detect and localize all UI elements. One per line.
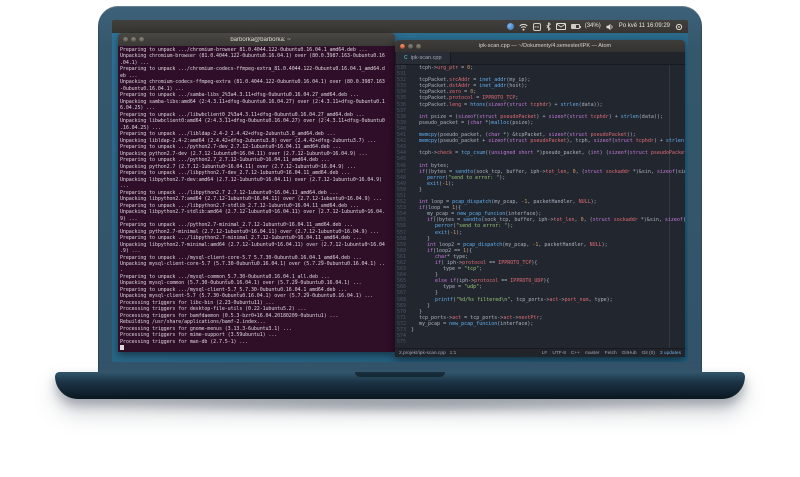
code-lines: 530 tcph->urg_ptr = 0; 531 532 tcpPacket.src… <box>395 65 685 348</box>
status-fetch-button[interactable]: Fetch <box>605 351 617 356</box>
cpp-file-icon: C <box>404 55 408 61</box>
desktop-screen: en (34%) Po kvě 11 16:09:29 barborka@bar… <box>112 20 688 362</box>
terminal-line: Preparing to unpack .../libpython2.7-min… <box>120 235 362 242</box>
status-git-changes[interactable]: Git (0) <box>642 351 655 356</box>
status-cursor-position[interactable]: 1:1 <box>450 351 457 356</box>
close-button[interactable] <box>400 43 405 49</box>
laptop-base <box>55 372 745 399</box>
terminal-cursor <box>120 345 124 351</box>
bluetooth-icon[interactable] <box>546 22 551 31</box>
status-line-ending[interactable]: LF <box>542 351 548 356</box>
tab-label: ipk-scan.cpp <box>410 55 442 61</box>
system-tray: en (34%) Po kvě 11 16:09:29 <box>506 20 683 33</box>
app-indicator-icon[interactable] <box>506 23 514 30</box>
terminal-titlebar[interactable]: barborka@barborka: ~ <box>118 33 395 46</box>
laptop-shadow <box>90 398 710 414</box>
atom-window: ipk-scan.cpp — ~/Dokumenty/4.semester/IP… <box>395 40 685 357</box>
status-github-button[interactable]: GitHub <box>622 351 637 356</box>
session-gear-icon[interactable] <box>675 23 683 31</box>
battery-percentage: (34%) <box>584 23 601 29</box>
atom-window-title: ipk-scan.cpp — ~/Dokumenty/4.semester/IP… <box>478 43 612 49</box>
terminal-line: Unpacking libwbclient0:amd64 (2:4.3.11+d… <box>120 118 385 125</box>
top-menubar: en (34%) Po kvě 11 16:09:29 <box>112 20 688 33</box>
atom-window-buttons <box>400 43 421 49</box>
terminal-window-buttons <box>123 37 144 42</box>
terminal-window: barborka@barborka: ~ Preparing to unpack… <box>118 33 395 352</box>
code-editor[interactable]: 530 tcph->urg_ptr = 0; 531 532 tcpPacket.src… <box>395 65 685 348</box>
volume-icon[interactable] <box>606 23 614 31</box>
keyboard-layout-indicator[interactable]: en <box>532 22 541 31</box>
status-encoding[interactable]: UTF-8 <box>552 351 566 356</box>
atom-titlebar[interactable]: ipk-scan.cpp — ~/Dokumenty/4.semester/IP… <box>395 40 685 52</box>
battery-icon[interactable] <box>570 24 581 29</box>
terminal-line: Unpacking chromium-codecs-ffmpeg-extra (… <box>120 79 385 86</box>
terminal-line: Unpacking mysql-common (5.7.30-0ubuntu0.… <box>120 280 362 287</box>
tab-ipk-scan-cpp[interactable]: C ipk-scan.cpp <box>395 52 451 64</box>
code-line: 575 <box>395 339 685 345</box>
terminal-line: Unpacking libpython2.7-minimal:amd64 (2.… <box>120 241 385 248</box>
minimize-button[interactable] <box>408 43 413 49</box>
minimize-button[interactable] <box>131 37 136 42</box>
terminal-line: Preparing to unpack .../chromium-codecs-… <box>120 66 385 73</box>
terminal-line: Unpacking libpython2.7-stdlib:amd64 (2.7… <box>120 209 385 216</box>
terminal-line: Unpacking chromium-browser (81.0.4044.12… <box>120 53 385 60</box>
terminal-line: Unpacking libpython2.7:amd64 (2.7.12-1ub… <box>120 196 382 203</box>
clock[interactable]: Po kvě 11 16:09:29 <box>619 20 670 33</box>
status-file-path[interactable]: 2.projekt/ipk-scan.cpp <box>399 351 446 356</box>
mail-icon[interactable] <box>555 23 566 30</box>
atom-statusbar: 2.projekt/ipk-scan.cpp 1:1 LF UTF-8 C++ … <box>395 348 685 357</box>
wrap-guide <box>669 65 670 348</box>
laptop-mockup: en (34%) Po kvě 11 16:09:29 barborka@bar… <box>0 0 800 477</box>
status-grammar[interactable]: C++ <box>571 351 580 356</box>
terminal-line: Unpacking mysql-client-5.7 (5.7.30-0ubun… <box>120 293 374 300</box>
terminal-line: Unpacking samba-libs:amd64 (2:4.3.11+dfs… <box>120 98 385 105</box>
wifi-icon[interactable] <box>519 23 528 31</box>
status-updates-badge[interactable]: 3 updates <box>660 351 681 356</box>
line-number: 575 <box>396 339 406 346</box>
status-git-branch[interactable]: master <box>585 351 600 356</box>
terminal-output[interactable]: Preparing to unpack .../chromium-browser… <box>118 46 395 352</box>
close-button[interactable] <box>123 37 128 42</box>
atom-tab-bar: C ipk-scan.cpp <box>395 52 685 65</box>
terminal-line: Unpacking mysql-client-core-5.7 (5.7.30-… <box>120 260 385 267</box>
terminal-line: Preparing to unpack .../samba-libs_2%3a4… <box>120 92 359 99</box>
terminal-title: barborka@barborka: ~ <box>230 36 291 43</box>
terminal-line: Unpacking libpython2.7-dev:amd64 (2.7.12… <box>120 176 382 183</box>
